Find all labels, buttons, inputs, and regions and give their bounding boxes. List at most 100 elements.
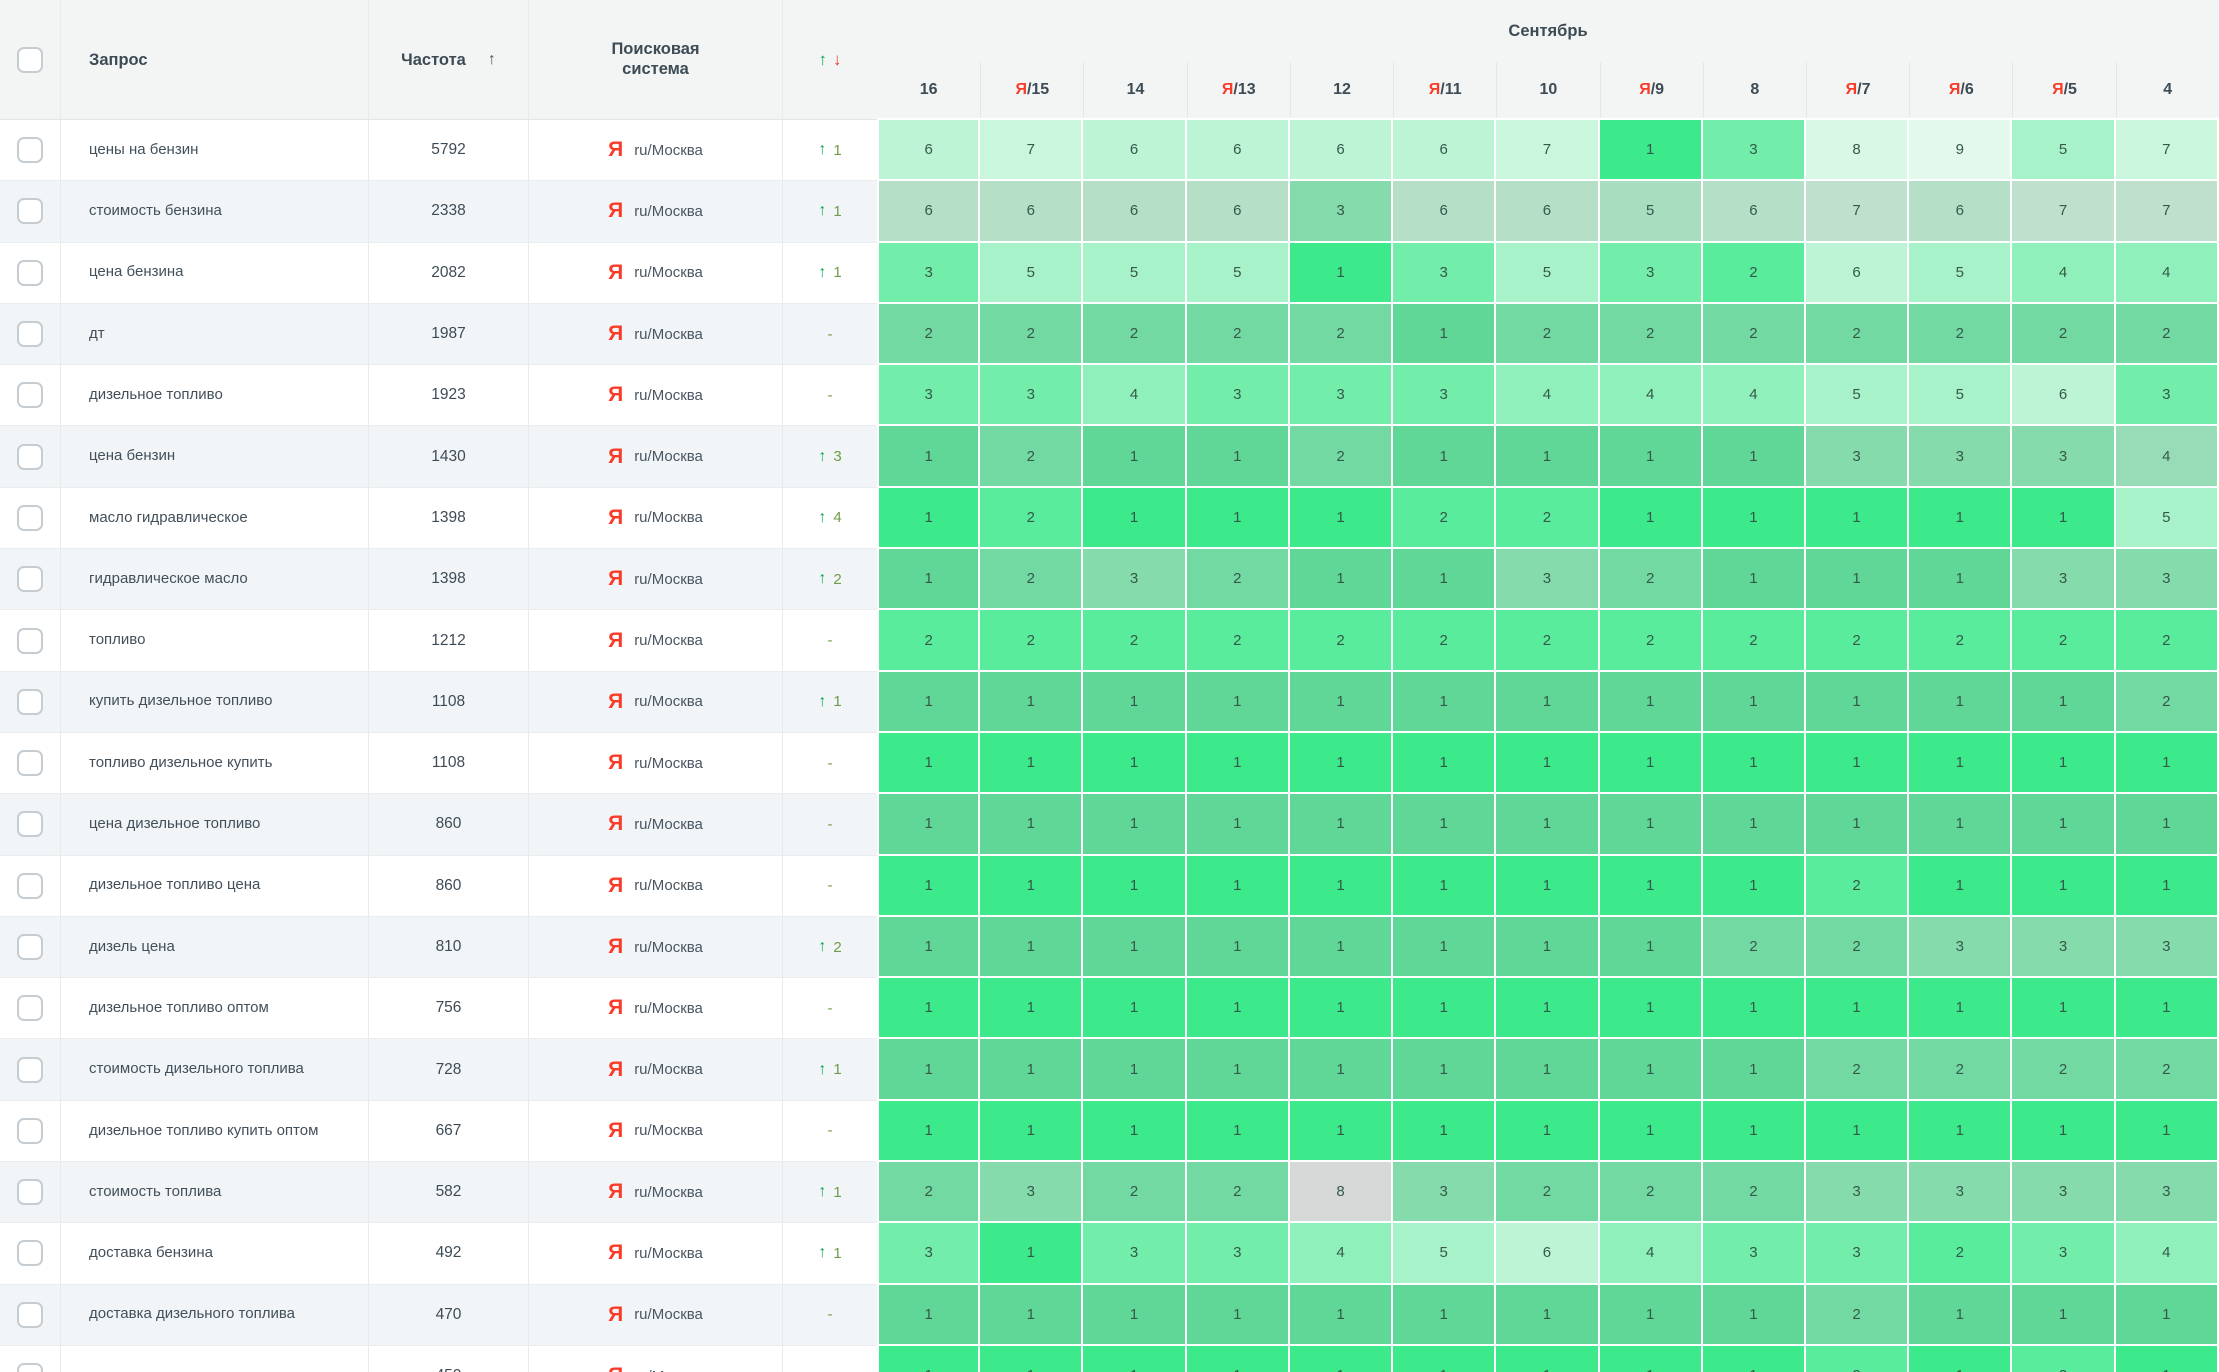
position-cell[interactable]: 5	[2012, 120, 2115, 181]
position-cell[interactable]: 1	[2012, 1101, 2115, 1162]
query-cell[interactable]: доставка дизельного топлива	[60, 1285, 368, 1346]
position-cell[interactable]: 2	[1909, 304, 2012, 365]
position-cell[interactable]: 1	[1806, 733, 1909, 794]
position-cell[interactable]: 3	[877, 1223, 980, 1284]
position-cell[interactable]: 1	[1496, 1346, 1599, 1372]
position-cell[interactable]: 2	[877, 1162, 980, 1223]
position-cell[interactable]: 3	[980, 1162, 1083, 1223]
position-cell[interactable]: 1	[1806, 794, 1909, 855]
position-cell[interactable]: 1	[877, 488, 980, 549]
position-cell[interactable]: 1	[2012, 672, 2115, 733]
position-cell[interactable]: 3	[877, 243, 980, 304]
column-header-frequency[interactable]: Частота ↑	[368, 0, 528, 120]
row-checkbox[interactable]	[17, 505, 43, 531]
position-cell[interactable]: 4	[2012, 243, 2115, 304]
position-cell[interactable]: 1	[1909, 549, 2012, 610]
position-cell[interactable]: 1	[1393, 1101, 1496, 1162]
position-cell[interactable]: 6	[1496, 181, 1599, 242]
position-cell[interactable]: 1	[2116, 978, 2219, 1039]
position-cell[interactable]: 1	[1600, 1346, 1703, 1372]
position-cell[interactable]: 1	[877, 917, 980, 978]
position-cell[interactable]: 1	[1600, 120, 1703, 181]
position-cell[interactable]: 2	[1290, 610, 1393, 671]
position-cell[interactable]: 5	[1393, 1223, 1496, 1284]
position-cell[interactable]: 2	[1187, 1162, 1290, 1223]
position-cell[interactable]: 1	[2116, 1101, 2219, 1162]
position-cell[interactable]: 1	[2116, 733, 2219, 794]
position-cell[interactable]: 2	[980, 304, 1083, 365]
query-cell[interactable]: дизель цена	[60, 917, 368, 978]
position-cell[interactable]: 7	[1496, 120, 1599, 181]
position-cell[interactable]: 2	[877, 610, 980, 671]
query-cell[interactable]: дизельное топливо цена	[60, 856, 368, 917]
query-cell[interactable]: дизельное топливо	[60, 365, 368, 426]
position-cell[interactable]: 1	[1909, 733, 2012, 794]
position-cell[interactable]: 1	[1600, 1285, 1703, 1346]
position-cell[interactable]: 1	[2012, 733, 2115, 794]
position-cell[interactable]: 1	[1083, 978, 1186, 1039]
position-cell[interactable]: 2	[1496, 488, 1599, 549]
position-cell[interactable]: 1	[980, 733, 1083, 794]
row-checkbox[interactable]	[17, 1118, 43, 1144]
position-cell[interactable]: 2	[2116, 304, 2219, 365]
position-cell[interactable]: 2	[1703, 610, 1806, 671]
position-cell[interactable]: 7	[980, 120, 1083, 181]
position-cell[interactable]: 1	[1703, 1285, 1806, 1346]
position-cell[interactable]: 1	[1496, 1101, 1599, 1162]
position-cell[interactable]: 2	[1187, 610, 1290, 671]
position-cell[interactable]: 5	[1806, 365, 1909, 426]
position-cell[interactable]: 1	[980, 1285, 1083, 1346]
position-cell[interactable]: 1	[1806, 1101, 1909, 1162]
position-cell[interactable]: 3	[1187, 365, 1290, 426]
position-cell[interactable]: 2	[1600, 304, 1703, 365]
position-cell[interactable]: 1	[1703, 794, 1806, 855]
position-cell[interactable]: 3	[1393, 365, 1496, 426]
position-cell[interactable]: 3	[2116, 1162, 2219, 1223]
position-cell[interactable]: 4	[1290, 1223, 1393, 1284]
row-checkbox[interactable]	[17, 934, 43, 960]
position-cell[interactable]: 5	[1909, 243, 2012, 304]
position-cell[interactable]: 6	[877, 181, 980, 242]
position-cell[interactable]: 1	[2012, 794, 2115, 855]
position-cell[interactable]: 5	[1909, 365, 2012, 426]
select-all-checkbox[interactable]	[17, 47, 43, 73]
position-cell[interactable]: 2	[1703, 243, 1806, 304]
row-checkbox[interactable]	[17, 1057, 43, 1083]
position-cell[interactable]: 2	[1806, 856, 1909, 917]
position-cell[interactable]: 1	[1496, 794, 1599, 855]
position-cell[interactable]: 1	[1496, 672, 1599, 733]
position-cell[interactable]: 9	[1909, 120, 2012, 181]
position-cell[interactable]: 1	[1600, 488, 1703, 549]
query-cell[interactable]: дт	[60, 304, 368, 365]
position-cell[interactable]: 1	[1290, 978, 1393, 1039]
date-column-header[interactable]: Я/13	[1187, 62, 1290, 118]
query-cell[interactable]: купить дизельное топливо	[60, 672, 368, 733]
position-cell[interactable]: 1	[877, 978, 980, 1039]
position-cell[interactable]: 2	[1496, 1162, 1599, 1223]
row-checkbox[interactable]	[17, 750, 43, 776]
position-cell[interactable]: 1	[1187, 794, 1290, 855]
position-cell[interactable]: 1	[1187, 978, 1290, 1039]
position-cell[interactable]: 2	[1083, 610, 1186, 671]
position-cell[interactable]: 1	[1703, 488, 1806, 549]
position-cell[interactable]: 1	[2012, 488, 2115, 549]
position-cell[interactable]: 1	[1187, 1101, 1290, 1162]
position-cell[interactable]: 1	[877, 733, 980, 794]
position-cell[interactable]: 1	[1909, 1346, 2012, 1372]
position-cell[interactable]: 1	[1083, 1039, 1186, 1100]
position-cell[interactable]: 4	[1496, 365, 1599, 426]
position-cell[interactable]: 1	[1909, 978, 2012, 1039]
position-cell[interactable]: 1	[1600, 426, 1703, 487]
position-cell[interactable]: 1	[1703, 856, 1806, 917]
column-header-change[interactable]: ↑ ↓	[782, 0, 877, 120]
position-cell[interactable]: 5	[980, 243, 1083, 304]
date-column-header[interactable]: 16	[877, 62, 980, 118]
position-cell[interactable]: 3	[1393, 1162, 1496, 1223]
position-cell[interactable]: 1	[1290, 243, 1393, 304]
row-checkbox[interactable]	[17, 1363, 43, 1372]
position-cell[interactable]: 3	[2116, 549, 2219, 610]
position-cell[interactable]: 1	[1909, 672, 2012, 733]
position-cell[interactable]: 1	[980, 1346, 1083, 1372]
position-cell[interactable]: 1	[1393, 1285, 1496, 1346]
position-cell[interactable]: 8	[1806, 120, 1909, 181]
